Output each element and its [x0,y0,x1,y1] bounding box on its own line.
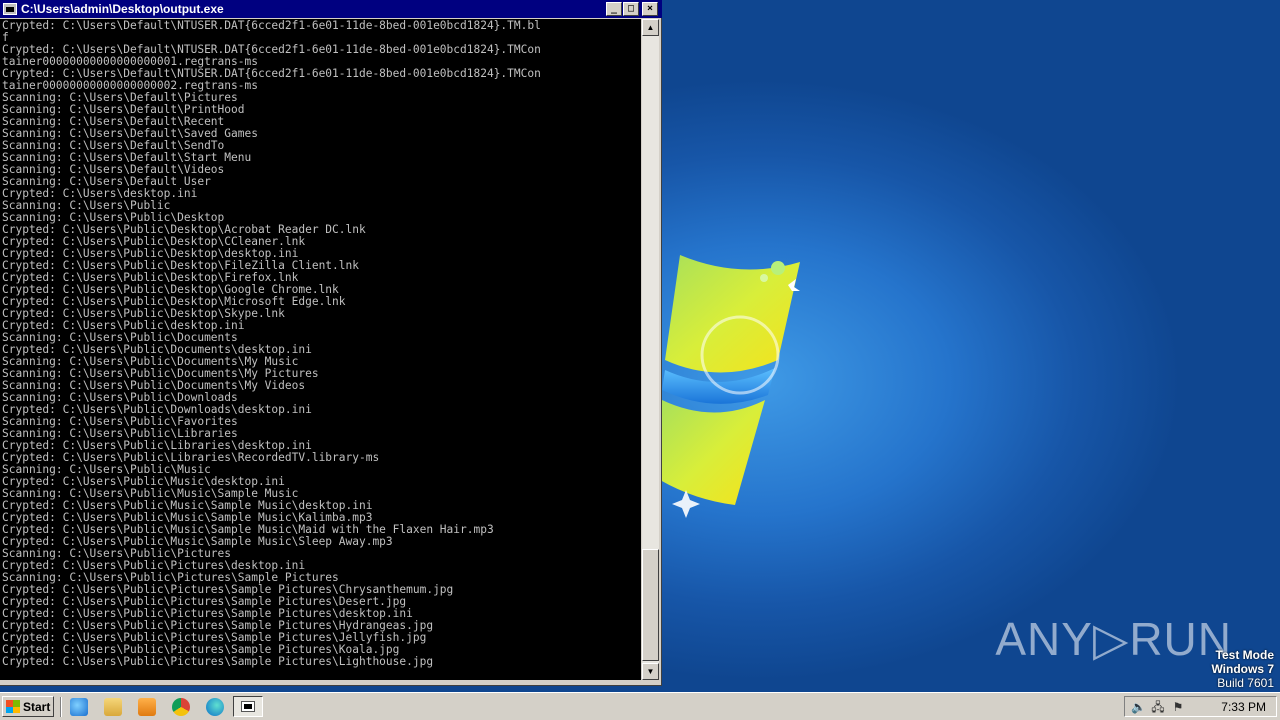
maximize-button[interactable]: □ [623,2,639,16]
console-output[interactable]: Crypted: C:\Users\Default\NTUSER.DAT{6cc… [0,19,641,680]
scrollbar-thumb[interactable] [642,549,659,661]
console-line: Crypted: C:\Users\Public\Pictures\Sample… [2,655,434,668]
media-player-icon[interactable] [138,698,156,716]
console-window-icon [241,701,255,712]
taskbar-separator [60,697,62,717]
console-lines: Crypted: C:\Users\Default\NTUSER.DAT{6cc… [0,19,641,668]
vertical-scrollbar[interactable]: ▲ ▼ [642,19,659,680]
console-app-icon[interactable] [3,3,17,15]
explorer-icon[interactable] [104,698,122,716]
start-label: Start [23,699,51,714]
close-button[interactable]: × [642,2,658,16]
console-line: Crypted: C:\Users\Default\NTUSER.DAT{6cc… [2,19,541,32]
taskbar: Start 🔈 🖧 ⚑ 7:33 PM [0,692,1280,720]
anyrun-watermark: ANY▷RUN [995,612,1232,666]
window-title: C:\Users\admin\Desktop\output.exe [21,2,224,16]
chrome-icon[interactable] [172,698,190,716]
minimize-button[interactable]: _ [606,2,622,16]
watermark-text: ANY▷RUN [995,613,1232,665]
network-icon[interactable]: 🖧 [1151,700,1165,714]
flag-icon[interactable]: ⚑ [1171,700,1185,714]
volume-icon[interactable]: 🔈 [1131,700,1146,714]
scroll-up-button[interactable]: ▲ [642,19,659,36]
windows-flag-icon [6,700,20,713]
console-window[interactable]: C:\Users\admin\Desktop\output.exe _ □ × … [0,0,662,686]
test-mode-line3: Build 7601 [1217,676,1274,690]
test-mode-line1: Test Mode [1215,648,1274,662]
start-button[interactable]: Start [2,696,54,717]
scroll-down-button[interactable]: ▼ [642,663,659,680]
test-mode-line2: Windows 7 [1211,662,1274,676]
windows-logo [660,255,800,518]
window-titlebar[interactable]: C:\Users\admin\Desktop\output.exe _ □ × [0,0,662,18]
edge-icon[interactable] [206,698,224,716]
clock[interactable]: 7:33 PM [1221,700,1266,714]
ie-icon[interactable] [70,698,88,716]
test-mode-notice: Test Mode Windows 7 Build 7601 [1211,648,1274,690]
taskbar-console-button[interactable] [233,696,263,717]
system-tray: 🔈 🖧 ⚑ 7:33 PM [1124,696,1277,717]
